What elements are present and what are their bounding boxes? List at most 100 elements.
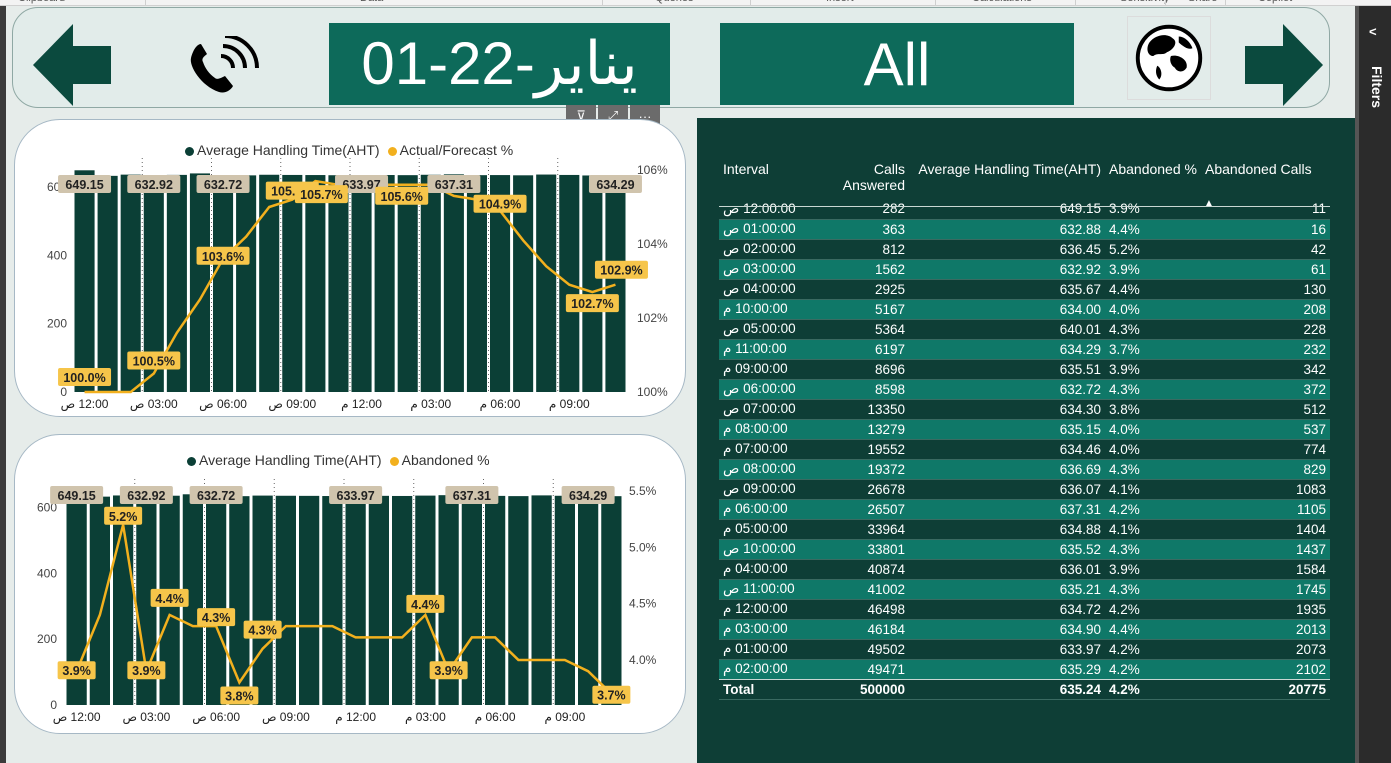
percent-data-label: 105.7% <box>300 188 342 202</box>
aht-bar[interactable] <box>531 495 552 705</box>
table-row[interactable]: 04:00:00 ص 2925 635.67 4.4% 130 <box>719 279 1330 299</box>
table-cell: 12:00:00 ص <box>719 199 805 219</box>
table-cell: 03:00:00 م <box>719 619 805 639</box>
table-cell: 632.92 <box>909 259 1105 279</box>
table-row[interactable]: 01:00:00 م 49502 633.97 4.2% 2073 <box>719 639 1330 659</box>
table-cell: 232 <box>1201 339 1330 359</box>
collapse-chevron-icon[interactable]: < <box>1369 24 1377 39</box>
table-row[interactable]: 05:00:00 ص 5364 640.01 4.3% 228 <box>719 319 1330 339</box>
table-row[interactable]: 07:00:00 م 19552 634.46 4.0% 774 <box>719 439 1330 459</box>
table-row[interactable]: 08:00:00 م 13279 635.15 4.0% 537 <box>719 419 1330 439</box>
aht-bar[interactable] <box>97 175 118 392</box>
aht-bar[interactable] <box>605 175 626 392</box>
ribbon-group-clipboard: Clipboard <box>18 0 65 4</box>
table-row[interactable]: 02:00:00 ص 812 636.45 5.2% 42 <box>719 239 1330 259</box>
aht-abandoned-chart[interactable]: 02004006004.0%4.5%5.0%5.5%649.15 632.92 63… <box>15 435 686 734</box>
legend-item-abandoned[interactable]: Abandoned % <box>389 452 490 468</box>
table-cell: 634.88 <box>909 519 1105 539</box>
aht-bar[interactable] <box>582 175 603 392</box>
aht-bar[interactable] <box>345 496 366 705</box>
table-cell: 634.46 <box>909 439 1105 459</box>
filters-pane[interactable]: < Filters <box>1355 6 1391 763</box>
table-cell: 1404 <box>1201 519 1330 539</box>
aht-bar[interactable] <box>213 175 234 392</box>
aht-bar[interactable] <box>189 173 210 392</box>
col-aht[interactable]: Average Handling Time(AHT) <box>909 159 1105 199</box>
aht-bar[interactable] <box>554 495 575 705</box>
table-cell: 8696 <box>805 359 909 379</box>
aht-bar[interactable] <box>578 496 599 705</box>
percent-data-label: 100.5% <box>133 355 175 369</box>
table-row[interactable]: 10:00:00 م 5167 634.00 4.0% 208 <box>719 299 1330 319</box>
region-display[interactable]: All <box>720 23 1074 105</box>
aht-bar[interactable] <box>485 495 506 705</box>
aht-bar[interactable] <box>305 175 326 392</box>
total-cell: 635.24 <box>909 678 1105 699</box>
col-abandoned-pct[interactable]: Abandoned % <box>1105 159 1201 199</box>
table-cell: 2073 <box>1201 639 1330 659</box>
table-cell: 634.29 <box>909 339 1105 359</box>
aht-bar[interactable] <box>536 174 557 392</box>
table-row[interactable]: 08:00:00 ص 19372 636.69 4.3% 829 <box>719 459 1330 479</box>
legend-item-aht[interactable]: Average Handling Time(AHT) <box>185 142 380 158</box>
aht-bar[interactable] <box>322 496 343 705</box>
table-cell: 49502 <box>805 639 909 659</box>
x-tick-label: 06:00 ص <box>192 710 240 725</box>
aht-bar[interactable] <box>328 175 349 392</box>
table-row[interactable]: 04:00:00 م 40874 636.01 3.9% 1584 <box>719 559 1330 579</box>
left-arrow-icon[interactable] <box>33 24 111 106</box>
table-row[interactable]: 06:00:00 م 26507 637.31 4.2% 1105 <box>719 499 1330 519</box>
table-cell: 02:00:00 ص <box>719 239 805 259</box>
table-cell: 4.4% <box>1105 279 1201 299</box>
aht-bar[interactable] <box>275 495 296 705</box>
table-cell: 3.8% <box>1105 399 1201 419</box>
aht-bar[interactable] <box>351 175 372 392</box>
aht-bar[interactable] <box>282 174 303 392</box>
aht-forecast-chart[interactable]: 0200400600100%102%104%106%649.15 632.92 63… <box>15 120 686 417</box>
aht-bar[interactable] <box>299 495 320 705</box>
aht-bar[interactable] <box>601 496 622 705</box>
right-arrow-icon[interactable] <box>1245 24 1323 106</box>
table-row[interactable]: 03:00:00 م 46184 634.90 4.4% 2013 <box>719 619 1330 639</box>
table-row[interactable]: 06:00:00 ص 8598 632.72 4.3% 372 <box>719 379 1330 399</box>
table-row[interactable]: 07:00:00 ص 13350 634.30 3.8% 512 <box>719 399 1330 419</box>
aht-bar[interactable] <box>236 175 257 392</box>
table-row[interactable]: 01:00:00 ص 363 632.88 4.4% 16 <box>719 219 1330 239</box>
sort-ascending-icon[interactable]: ▲ <box>1204 198 1214 209</box>
aht-bar[interactable] <box>374 175 395 392</box>
table-row[interactable]: 10:00:00 ص 33801 635.52 4.3% 1437 <box>719 539 1330 559</box>
aht-bar[interactable] <box>508 496 529 705</box>
aht-bar[interactable] <box>443 174 464 392</box>
table-row[interactable]: 11:00:00 ص 41002 635.21 4.3% 1745 <box>719 579 1330 599</box>
table-row[interactable]: 05:00:00 م 33964 634.88 4.1% 1404 <box>719 519 1330 539</box>
table-cell: 829 <box>1201 459 1330 479</box>
aht-bar[interactable] <box>368 495 389 705</box>
aht-bar[interactable] <box>206 496 227 705</box>
x-tick-label: 03:00 م <box>410 397 451 411</box>
table-row[interactable]: 02:00:00 م 49471 635.29 4.2% 2102 <box>719 659 1330 679</box>
aht-data-label: 634.29 <box>569 489 607 503</box>
col-interval[interactable]: Interval <box>719 159 805 199</box>
table-row[interactable]: 09:00:00 م 8696 635.51 3.9% 342 <box>719 359 1330 379</box>
table-row[interactable]: 12:00:00 م 46498 634.72 4.2% 1935 <box>719 599 1330 619</box>
col-abandoned-calls[interactable]: Abandoned Calls <box>1201 159 1330 199</box>
aht-bar[interactable] <box>420 174 441 392</box>
date-display[interactable]: يناير-22-01 <box>329 23 670 105</box>
report-canvas: يناير-22-01 All ⊽ ⤢ ··· Average Handling T… <box>6 6 1356 763</box>
aht-data-label: 632.72 <box>197 489 235 503</box>
table-row[interactable]: 09:00:00 ص 26678 636.07 4.1% 1083 <box>719 479 1330 499</box>
x-tick-label: 09:00 م <box>544 710 585 724</box>
aht-bar[interactable] <box>252 495 273 705</box>
table-row[interactable]: 03:00:00 ص 1562 632.92 3.9% 61 <box>719 259 1330 279</box>
table-cell: 634.90 <box>909 619 1105 639</box>
col-calls-answered[interactable]: Calls Answered <box>805 159 909 199</box>
aht-bar[interactable] <box>74 170 95 392</box>
aht-data-label: 632.92 <box>127 489 165 503</box>
legend-item-aht[interactable]: Average Handling Time(AHT) <box>187 452 382 468</box>
table-row[interactable]: 11:00:00 م 6197 634.29 3.7% 232 <box>719 339 1330 359</box>
table-cell: 16 <box>1201 219 1330 239</box>
table-row[interactable]: 12:00:00 ص 282 649.15 3.9% 11 <box>719 199 1330 219</box>
legend-item-forecast[interactable]: Actual/Forecast % <box>387 142 513 158</box>
aht-bar[interactable] <box>397 175 418 392</box>
globe-icon[interactable] <box>1127 16 1211 100</box>
